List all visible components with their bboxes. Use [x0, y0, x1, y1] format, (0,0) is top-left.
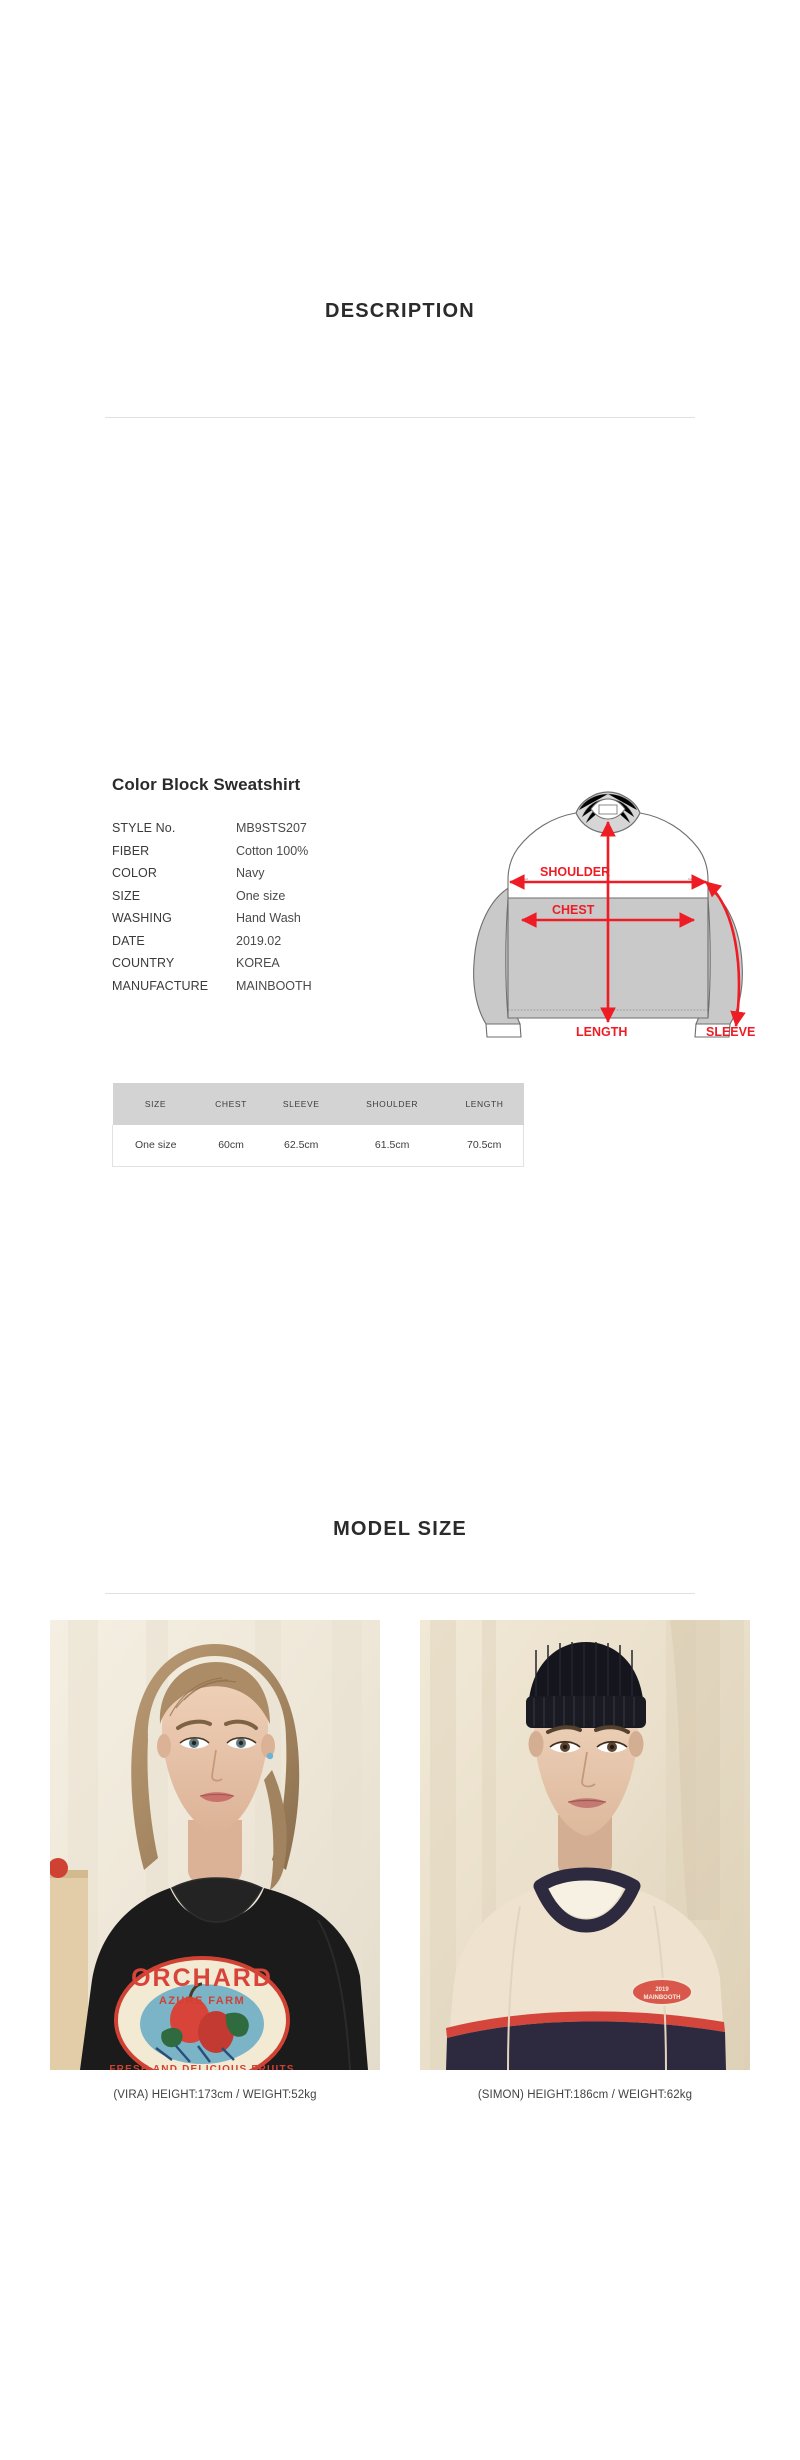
spec-label: SIZE	[112, 888, 141, 903]
spec-row-washing: WASHING Hand Wash	[112, 907, 442, 930]
length-label: LENGTH	[576, 1025, 627, 1039]
product-info-block: Color Block Sweatshirt STYLE No. MB9STS2…	[112, 775, 442, 997]
product-title: Color Block Sweatshirt	[112, 775, 301, 794]
model-card-simon: 2019 MAINBOOTH (SIMON) HEIGHT:186cm / WE…	[420, 1620, 750, 2101]
model-size-heading: MODEL SIZE	[333, 1518, 467, 1540]
table-header-cell: LENGTH	[445, 1083, 524, 1125]
spec-value: One size	[236, 888, 286, 903]
spec-label: STYLE No.	[112, 821, 176, 835]
table-cell: 61.5cm	[338, 1125, 446, 1167]
table-cell: One size	[112, 1125, 199, 1167]
table-header-cell: SHOULDER	[338, 1083, 446, 1125]
svg-text:FRESH AND DELICIOUS FRUITS: FRESH AND DELICIOUS FRUITS	[109, 2064, 294, 2070]
svg-text:AZURE FARM: AZURE FARM	[159, 1995, 245, 2007]
spec-label: FIBER	[112, 843, 150, 858]
spec-row-color: COLOR Navy	[112, 862, 442, 885]
spec-label: DATE	[112, 933, 145, 948]
spec-row-size: SIZE One size	[112, 885, 442, 908]
chest-label: CHEST	[552, 903, 595, 917]
spec-value: Navy	[236, 866, 265, 880]
model-size-divider	[105, 1593, 695, 1594]
spec-row-manufacture: MANUFACTURE MAINBOOTH	[112, 975, 442, 998]
svg-text:ORCHARD: ORCHARD	[131, 1964, 273, 1992]
svg-text:MAINBOOTH: MAINBOOTH	[644, 1995, 681, 2001]
model-photo-simon[interactable]: 2019 MAINBOOTH	[420, 1620, 750, 2070]
spec-value: MAINBOOTH	[236, 978, 312, 993]
svg-text:2019: 2019	[655, 1987, 669, 1993]
table-cell: 62.5cm	[263, 1125, 339, 1167]
spec-value: 2019.02	[236, 933, 282, 948]
spec-value: MB9STS207	[236, 821, 307, 835]
spec-value: KOREA	[236, 956, 280, 970]
model-photo-vira[interactable]: ORCHARD AZURE FARM FRESH AND DELICIOUS F…	[50, 1620, 380, 2070]
table-header-cell: SIZE	[112, 1083, 199, 1125]
table-header-cell: SLEEVE	[263, 1083, 339, 1125]
garment-measurement-diagram: SHOULDER CHEST LENGTH SLEEVE SHOULDER CH…	[448, 778, 768, 1040]
spec-row-fiber: FIBER Cotton 100%	[112, 840, 442, 863]
shoulder-label: SHOULDER	[540, 865, 610, 879]
model-photo-gallery: ORCHARD AZURE FARM FRESH AND DELICIOUS F…	[50, 1620, 750, 2101]
spec-label: COUNTRY	[112, 956, 175, 970]
size-chart-table: SIZE CHEST SLEEVE SHOULDER LENGTH One si…	[112, 1083, 525, 1167]
spec-value: Cotton 100%	[236, 843, 309, 858]
spec-label: COLOR	[112, 866, 157, 880]
table-header-row: SIZE CHEST SLEEVE SHOULDER LENGTH	[112, 1083, 524, 1125]
spec-row-date: DATE 2019.02	[112, 930, 442, 953]
description-divider	[105, 417, 695, 418]
spec-value: Hand Wash	[236, 911, 301, 925]
sleeve-label: SLEEVE	[706, 1025, 755, 1039]
spec-row-style-no: STYLE No. MB9STS207	[112, 817, 442, 840]
spec-row-country: COUNTRY KOREA	[112, 952, 442, 975]
model-card-vira: ORCHARD AZURE FARM FRESH AND DELICIOUS F…	[50, 1620, 380, 2101]
table-cell: 60cm	[198, 1125, 264, 1167]
description-heading: DESCRIPTION	[325, 300, 475, 322]
spec-label: MANUFACTURE	[112, 978, 209, 993]
spec-label: WASHING	[112, 911, 172, 925]
table-header-cell: CHEST	[198, 1083, 264, 1125]
model-caption-simon: (SIMON) HEIGHT:186cm / WEIGHT:62kg	[477, 2089, 693, 2101]
model-caption-vira: (VIRA) HEIGHT:173cm / WEIGHT:52kg	[113, 2089, 317, 2101]
table-row: One size 60cm 62.5cm 61.5cm 70.5cm	[112, 1125, 525, 1167]
table-cell: 70.5cm	[445, 1125, 525, 1167]
